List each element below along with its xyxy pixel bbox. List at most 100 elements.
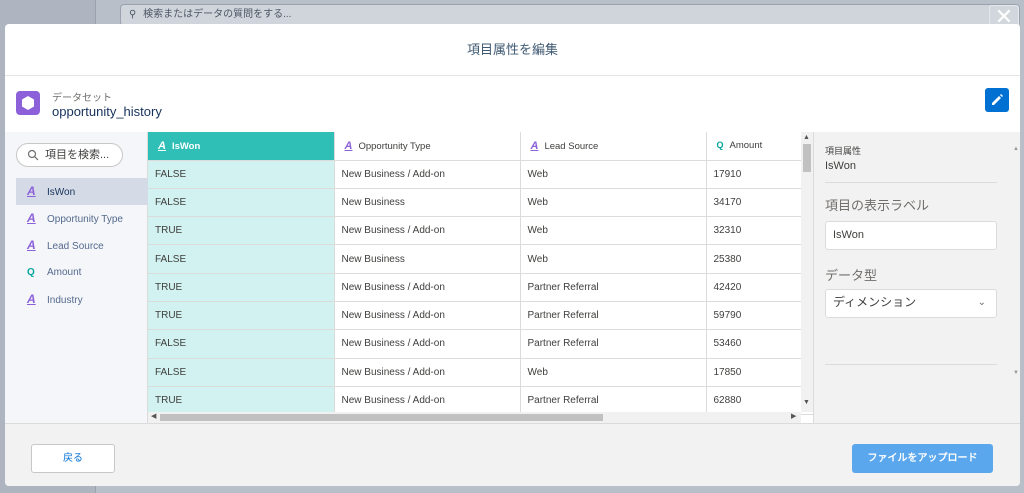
scroll-up-arrow-icon[interactable]: ▲ (803, 134, 810, 141)
table-cell: 53460 (706, 329, 813, 359)
scroll-right-arrow-icon[interactable]: ▶ (791, 412, 796, 420)
scroll-down-arrow-icon[interactable]: ▼ (1013, 370, 1019, 376)
data-preview-grid: A IsWon A Opportunity Type A Lead Source QA… (148, 132, 813, 423)
table-cell: Web (520, 160, 707, 189)
text-icon: A (27, 211, 36, 225)
divider (825, 182, 997, 183)
table-cell: 25380 (706, 244, 813, 274)
edit-dataset-button[interactable] (985, 88, 1009, 112)
table-cell: 42420 (706, 273, 813, 302)
table-cell: TRUE (148, 301, 335, 331)
dataset-icon (16, 91, 40, 115)
divider (825, 364, 997, 365)
display-label-heading: 項目の表示ラベル (825, 198, 930, 213)
scroll-up-arrow-icon[interactable]: ▲ (1013, 146, 1019, 152)
measure-icon: Q (27, 267, 35, 278)
table-cell: New Business / Add-on (334, 358, 521, 387)
column-header-label: Amount (729, 140, 763, 152)
table-cell: New Business / Add-on (334, 386, 521, 416)
field-item-label: IsWon (47, 187, 76, 198)
table-row: FALSE New Business / Add-on Partner Refe… (148, 329, 813, 359)
grid-header-row: A IsWon A Opportunity Type A Lead Source QA… (148, 132, 813, 161)
field-item-label: Industry (47, 295, 83, 306)
field-search-input[interactable]: 項目を検索... (16, 143, 123, 167)
table-row: FALSE New Business Web 34170 (148, 188, 813, 218)
dataset-bar: データセット opportunity_history (5, 77, 1020, 132)
text-icon: A (344, 139, 353, 152)
pencil-icon (992, 94, 1003, 105)
table-cell: TRUE (148, 273, 335, 302)
attribute-label: 項目属性 (825, 146, 862, 156)
upload-file-button[interactable]: ファイルをアップロード (852, 444, 993, 473)
table-cell: Web (520, 216, 707, 246)
table-cell: FALSE (148, 188, 335, 218)
table-cell: FALSE (148, 358, 335, 387)
table-row: FALSE New Business Web 25380 (148, 244, 813, 274)
field-item-industry[interactable]: A Industry (16, 286, 148, 313)
field-item-iswon[interactable]: A IsWon (16, 178, 148, 205)
column-header-label: Lead Source (544, 140, 599, 152)
field-item-label: Opportunity Type (47, 214, 123, 225)
table-cell: New Business / Add-on (334, 216, 521, 246)
text-icon: A (530, 139, 539, 152)
field-list: A IsWon A Opportunity Type A Lead Source QA… (16, 178, 148, 313)
edit-field-attributes-modal: 項目属性を編集 データセット opportunity_history 項目を検索… (5, 24, 1020, 486)
table-cell: Web (520, 358, 707, 387)
attribute-value: IsWon (825, 160, 856, 172)
modal-footer: 戻る ファイルをアップロード (5, 423, 1020, 486)
column-header-label: IsWon (171, 140, 201, 152)
dataset-label: データセット (52, 93, 112, 104)
measure-icon: Q (716, 140, 724, 151)
table-cell: New Business (334, 244, 521, 274)
text-icon: A (158, 139, 166, 152)
table-cell: Partner Referral (520, 329, 707, 359)
search-icon (27, 149, 39, 161)
search-icon: ⚲ (129, 9, 137, 20)
data-type-value: ディメンション (833, 295, 917, 309)
scroll-left-arrow-icon[interactable]: ◀ (151, 412, 156, 420)
grid-vertical-scrollbar[interactable]: ▲ ▼ (801, 132, 813, 412)
table-cell: TRUE (148, 216, 335, 246)
field-item-lead-source[interactable]: A Lead Source (16, 232, 148, 259)
table-row: FALSE New Business / Add-on Web 17850 (148, 358, 813, 387)
field-attributes-panel: 項目属性 IsWon 項目の表示ラベル IsWon データ型 ディメンション ⌄… (813, 132, 1020, 423)
table-cell: Partner Referral (520, 386, 707, 416)
field-search-placeholder: 項目を検索... (45, 149, 110, 161)
table-cell: 17910 (706, 160, 813, 189)
body-area: 項目を検索... A IsWon A Opportunity Type A Lead … (5, 132, 1020, 423)
table-cell: Web (520, 244, 707, 274)
table-cell: New Business / Add-on (334, 160, 521, 189)
column-header-iswon[interactable]: A IsWon (148, 132, 335, 161)
data-type-heading: データ型 (825, 268, 878, 283)
data-type-select[interactable]: ディメンション ⌄ (825, 289, 997, 318)
table-cell: 34170 (706, 188, 813, 218)
table-cell: 59790 (706, 301, 813, 331)
column-header-label: Opportunity Type (358, 140, 431, 152)
field-item-label: Amount (47, 267, 82, 278)
field-item-amount[interactable]: Q Amount (16, 259, 148, 286)
table-cell: FALSE (148, 329, 335, 359)
column-header-amount[interactable]: Q Amount (706, 132, 813, 161)
table-cell: TRUE (148, 386, 335, 416)
table-cell: New Business / Add-on (334, 329, 521, 359)
table-cell: Partner Referral (520, 273, 707, 302)
field-item-opportunity-type[interactable]: A Opportunity Type (16, 205, 148, 232)
field-item-label: Lead Source (47, 241, 104, 252)
grid-horizontal-scrollbar[interactable]: ◀ ▶ (148, 412, 801, 423)
scrollbar-thumb[interactable] (803, 144, 811, 172)
text-icon: A (27, 238, 36, 252)
column-header-lead-source[interactable]: A Lead Source (520, 132, 707, 161)
scroll-down-arrow-icon[interactable]: ▼ (803, 399, 810, 406)
display-label-input[interactable]: IsWon (825, 221, 997, 250)
table-row: TRUE New Business / Add-on Partner Refer… (148, 301, 813, 331)
field-list-panel: 項目を検索... A IsWon A Opportunity Type A Lead … (5, 132, 148, 423)
column-header-opportunity-type[interactable]: A Opportunity Type (334, 132, 521, 161)
chevron-down-icon: ⌄ (977, 297, 986, 308)
table-cell: 17850 (706, 358, 813, 387)
table-cell: New Business (334, 188, 521, 218)
table-cell: Partner Referral (520, 301, 707, 331)
table-cell: New Business / Add-on (334, 273, 521, 302)
scrollbar-thumb[interactable] (160, 414, 603, 421)
back-button[interactable]: 戻る (31, 444, 115, 473)
background-search-bar: ⚲ 検索またはデータの質問をする... (120, 4, 1020, 26)
